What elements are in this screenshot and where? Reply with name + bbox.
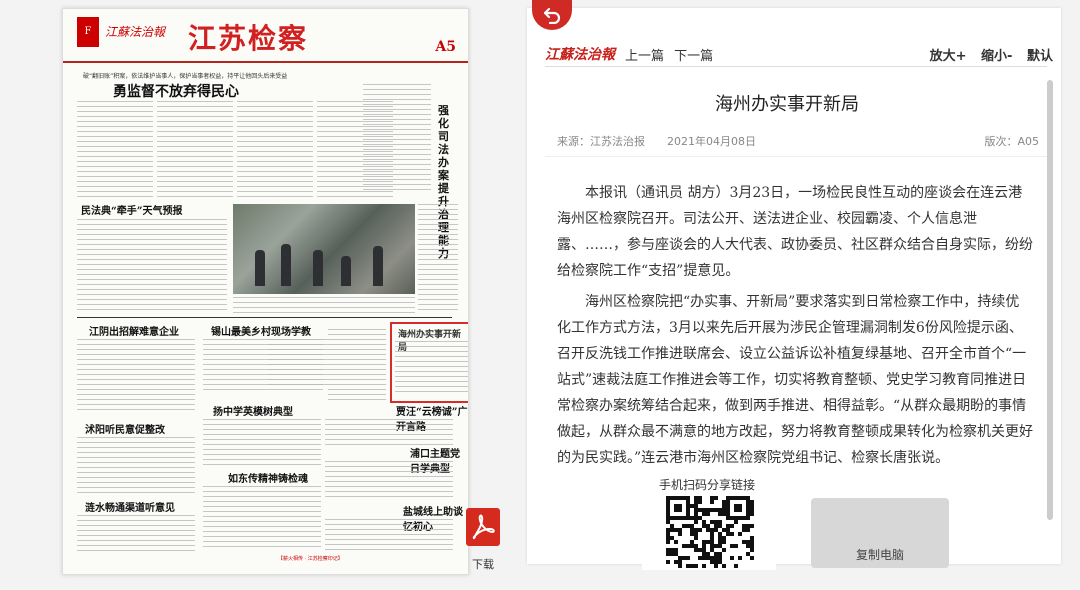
qr-share-label: 手机扫码分享链接 (659, 478, 756, 492)
article-paragraph: 本报讯（通讯员 胡方）3月23日，一场检民良性互动的座谈会在连云港海州区检察院召… (557, 185, 1033, 279)
article-nav: 上一篇 下一篇 (625, 45, 719, 64)
newspaper-page[interactable]: F 江蘇法治報 江苏检察 A5 破“翻旧账”积案，依法维护当事人，保护当事者权益… (62, 8, 469, 575)
copy-link-label[interactable]: 复制电脑 (811, 546, 949, 563)
subhead-shuyang[interactable]: 沭阳听民意促整改 (85, 421, 165, 436)
article-reader: 江蘇法治報 上一篇 下一篇 放大+ 缩小- 默认 海州办实事开新局 来源：江苏法… (527, 8, 1061, 570)
text-block (325, 419, 453, 445)
text-block (77, 515, 195, 553)
text-block (363, 84, 431, 194)
newspaper-footer: 【薪火相传 · 江苏检察印记】 (278, 556, 343, 562)
reader-logo: 江蘇法治報 (545, 47, 615, 63)
back-arrow-icon[interactable] (543, 6, 561, 24)
article-paragraph: 海州区检察院把“办实事、开新局”要求落实到日常检察工作中，持续优化工作方式方法，… (557, 294, 1033, 466)
text-block (157, 101, 233, 197)
newspaper-headline[interactable]: 勇监督不放弃得民心 (113, 81, 239, 101)
copy-link-button[interactable]: 复制电脑 (811, 498, 949, 568)
subhead-jiangyin[interactable]: 江阴出招解难意企业 (89, 323, 179, 338)
text-block (77, 219, 227, 311)
article-body: 本报讯（通讯员 胡方）3月23日，一场检民良性互动的座谈会在连云港海州区检察院召… (557, 180, 1033, 476)
qr-code (642, 496, 776, 570)
text-block (325, 461, 453, 499)
newspaper-photo (233, 204, 415, 294)
zoom-out-button[interactable]: 缩小- (981, 49, 1012, 64)
next-article-link[interactable]: 下一篇 (674, 49, 713, 64)
text-block (268, 339, 328, 389)
zoom-default-button[interactable]: 默认 (1027, 49, 1053, 64)
text-block (203, 486, 321, 548)
article-edition: 版次：A05 (984, 135, 1039, 148)
newspaper-logo: F (77, 17, 99, 47)
prev-article-link[interactable]: 上一篇 (625, 49, 664, 64)
article-title: 海州办实事开新局 (715, 94, 859, 115)
scrollbar[interactable] (1047, 80, 1053, 520)
text-block (77, 101, 153, 197)
text-block (328, 329, 386, 404)
newspaper-edition: A5 (435, 39, 456, 55)
header-divider (545, 66, 1047, 67)
subhead-xishan[interactable]: 锡山最美乡村现场学教 (211, 323, 311, 338)
zoom-controls: 放大+ 缩小- 默认 (920, 45, 1053, 64)
text-block (418, 204, 458, 314)
text-block (77, 339, 195, 414)
subhead-rugao[interactable]: 如东传精神铸检魂 (228, 470, 308, 485)
newspaper-title: 江苏检察 (188, 22, 309, 55)
subhead-minfa[interactable]: 民法典“牵手”天气预报 (81, 202, 183, 217)
article-date: 2021年04月08日 (667, 135, 756, 148)
article-source: 来源：江苏法治报 (557, 135, 645, 148)
text-block (395, 341, 468, 396)
download-label[interactable]: 下载 (472, 556, 494, 572)
download-button[interactable]: 下载 (466, 508, 502, 571)
text-block (77, 437, 195, 495)
text-block (325, 519, 453, 553)
subhead-yangzhong[interactable]: 扬中学英模树典型 (213, 403, 293, 418)
subhead-tongshui[interactable]: 涟水畅通渠道听意见 (85, 499, 175, 514)
newspaper-masthead: F 江蘇法治報 江苏检察 A5 (63, 9, 468, 63)
pdf-icon[interactable] (466, 508, 500, 546)
zoom-in-button[interactable]: 放大+ (930, 49, 967, 64)
photo-caption (233, 297, 415, 315)
newspaper-brand: 江蘇法治報 (105, 25, 166, 39)
divider (77, 317, 452, 318)
newspaper-lede: 破“翻旧账”积案，依法维护当事人，保护当事者权益，持平让他回头后来受益 (83, 73, 288, 80)
meta-divider (545, 156, 1047, 157)
text-block (237, 101, 313, 197)
text-block (203, 419, 321, 467)
